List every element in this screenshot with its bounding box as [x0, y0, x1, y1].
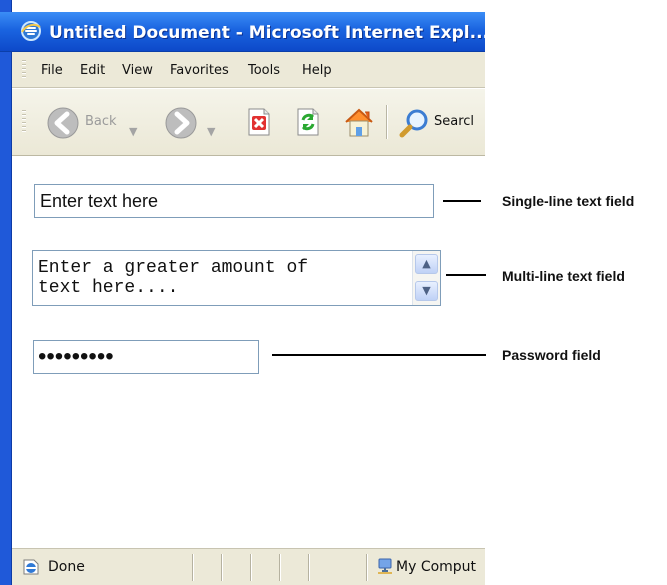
search-button[interactable]: Searcl [395, 100, 485, 142]
annotated-screenshot: Untitled Document - Microsoft Internet E… [0, 0, 667, 585]
status-bar: Done My Comput [12, 548, 485, 585]
computer-zone-icon [378, 558, 392, 574]
home-button[interactable] [340, 100, 378, 142]
vertical-scrollbar[interactable]: ▲ ▼ [412, 251, 440, 305]
forward-arrow-icon [165, 107, 197, 139]
back-dropdown-icon[interactable]: ▼ [129, 125, 137, 138]
status-text: Done [48, 559, 85, 575]
single-line-text-field[interactable] [34, 184, 434, 218]
password-field[interactable] [33, 340, 259, 374]
internet-explorer-status-icon [23, 559, 39, 575]
single-line-callout-label: Single-line text field [502, 193, 635, 209]
status-separator [366, 554, 367, 581]
stop-button[interactable] [243, 100, 275, 142]
password-callout-line [272, 354, 486, 356]
status-separator [279, 554, 280, 581]
menu-file[interactable]: File [41, 63, 63, 79]
refresh-button[interactable] [291, 100, 325, 142]
window-left-frame [0, 0, 12, 585]
forward-button[interactable]: ▼ [162, 100, 224, 142]
single-line-callout-line [443, 200, 481, 202]
back-button[interactable]: Back ▼ [40, 100, 137, 142]
menu-tools[interactable]: Tools [248, 63, 280, 79]
back-label: Back [85, 114, 117, 129]
scroll-down-icon[interactable]: ▼ [415, 281, 438, 301]
status-separator [192, 554, 193, 581]
home-icon [345, 108, 373, 137]
title-bar[interactable]: Untitled Document - Microsoft Internet E… [0, 12, 485, 52]
toolbar-grip-icon[interactable] [22, 110, 26, 132]
internet-explorer-window: Untitled Document - Microsoft Internet E… [0, 0, 485, 585]
scroll-up-icon[interactable]: ▲ [415, 254, 438, 274]
menu-edit[interactable]: Edit [80, 63, 105, 79]
internet-explorer-icon [21, 21, 41, 41]
status-separator [308, 554, 309, 581]
status-separator [221, 554, 222, 581]
status-separator [250, 554, 251, 581]
stop-icon [248, 108, 270, 136]
forward-dropdown-icon[interactable]: ▼ [207, 125, 215, 138]
menu-view[interactable]: View [122, 63, 153, 79]
menu-grip-icon[interactable] [22, 60, 26, 78]
menu-bar: File Edit View Favorites Tools Help [12, 52, 485, 88]
toolbar-divider [386, 105, 387, 139]
window-title: Untitled Document - Microsoft Internet E… [49, 23, 485, 43]
search-label: Searcl [434, 114, 475, 129]
multi-line-callout-label: Multi-line text field [502, 268, 625, 284]
menu-help[interactable]: Help [302, 63, 332, 79]
menu-favorites[interactable]: Favorites [170, 63, 229, 79]
multi-line-callout-line [446, 274, 486, 276]
search-icon [399, 109, 428, 138]
back-arrow-icon [47, 107, 79, 139]
multi-line-text-field[interactable]: Enter a greater amount of text here.... [33, 251, 413, 305]
standard-toolbar: Back ▼ ▼ Searcl [12, 89, 485, 156]
security-zone-text: My Comput [396, 559, 477, 575]
refresh-icon [297, 108, 319, 136]
multi-line-text-area[interactable]: Enter a greater amount of text here.... … [32, 250, 441, 306]
password-callout-label: Password field [502, 347, 601, 363]
